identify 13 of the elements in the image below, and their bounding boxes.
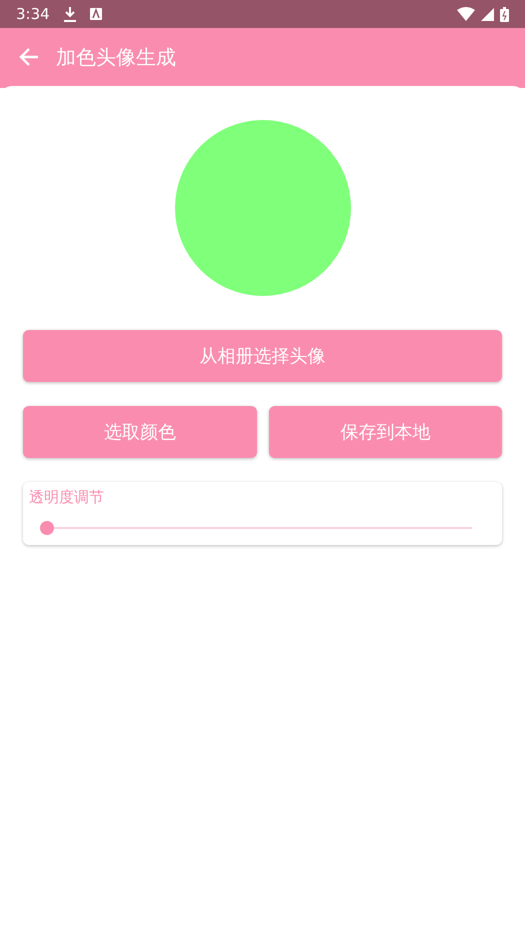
download-icon [64, 6, 76, 22]
wifi-icon [457, 7, 475, 21]
battery-icon [500, 6, 509, 22]
save-button[interactable]: 保存到本地 [268, 406, 502, 458]
slider-thumb[interactable] [40, 521, 54, 535]
notification-icon [90, 8, 102, 20]
status-time: 3:34 [16, 5, 50, 23]
app-title: 加色头像生成 [56, 44, 176, 70]
signal-icon [481, 8, 494, 20]
pick-color-button[interactable]: 选取颜色 [23, 406, 256, 458]
pick-photo-button[interactable]: 从相册选择头像 [23, 330, 502, 382]
back-icon[interactable] [18, 46, 40, 68]
opacity-label: 透明度调节 [29, 488, 105, 507]
